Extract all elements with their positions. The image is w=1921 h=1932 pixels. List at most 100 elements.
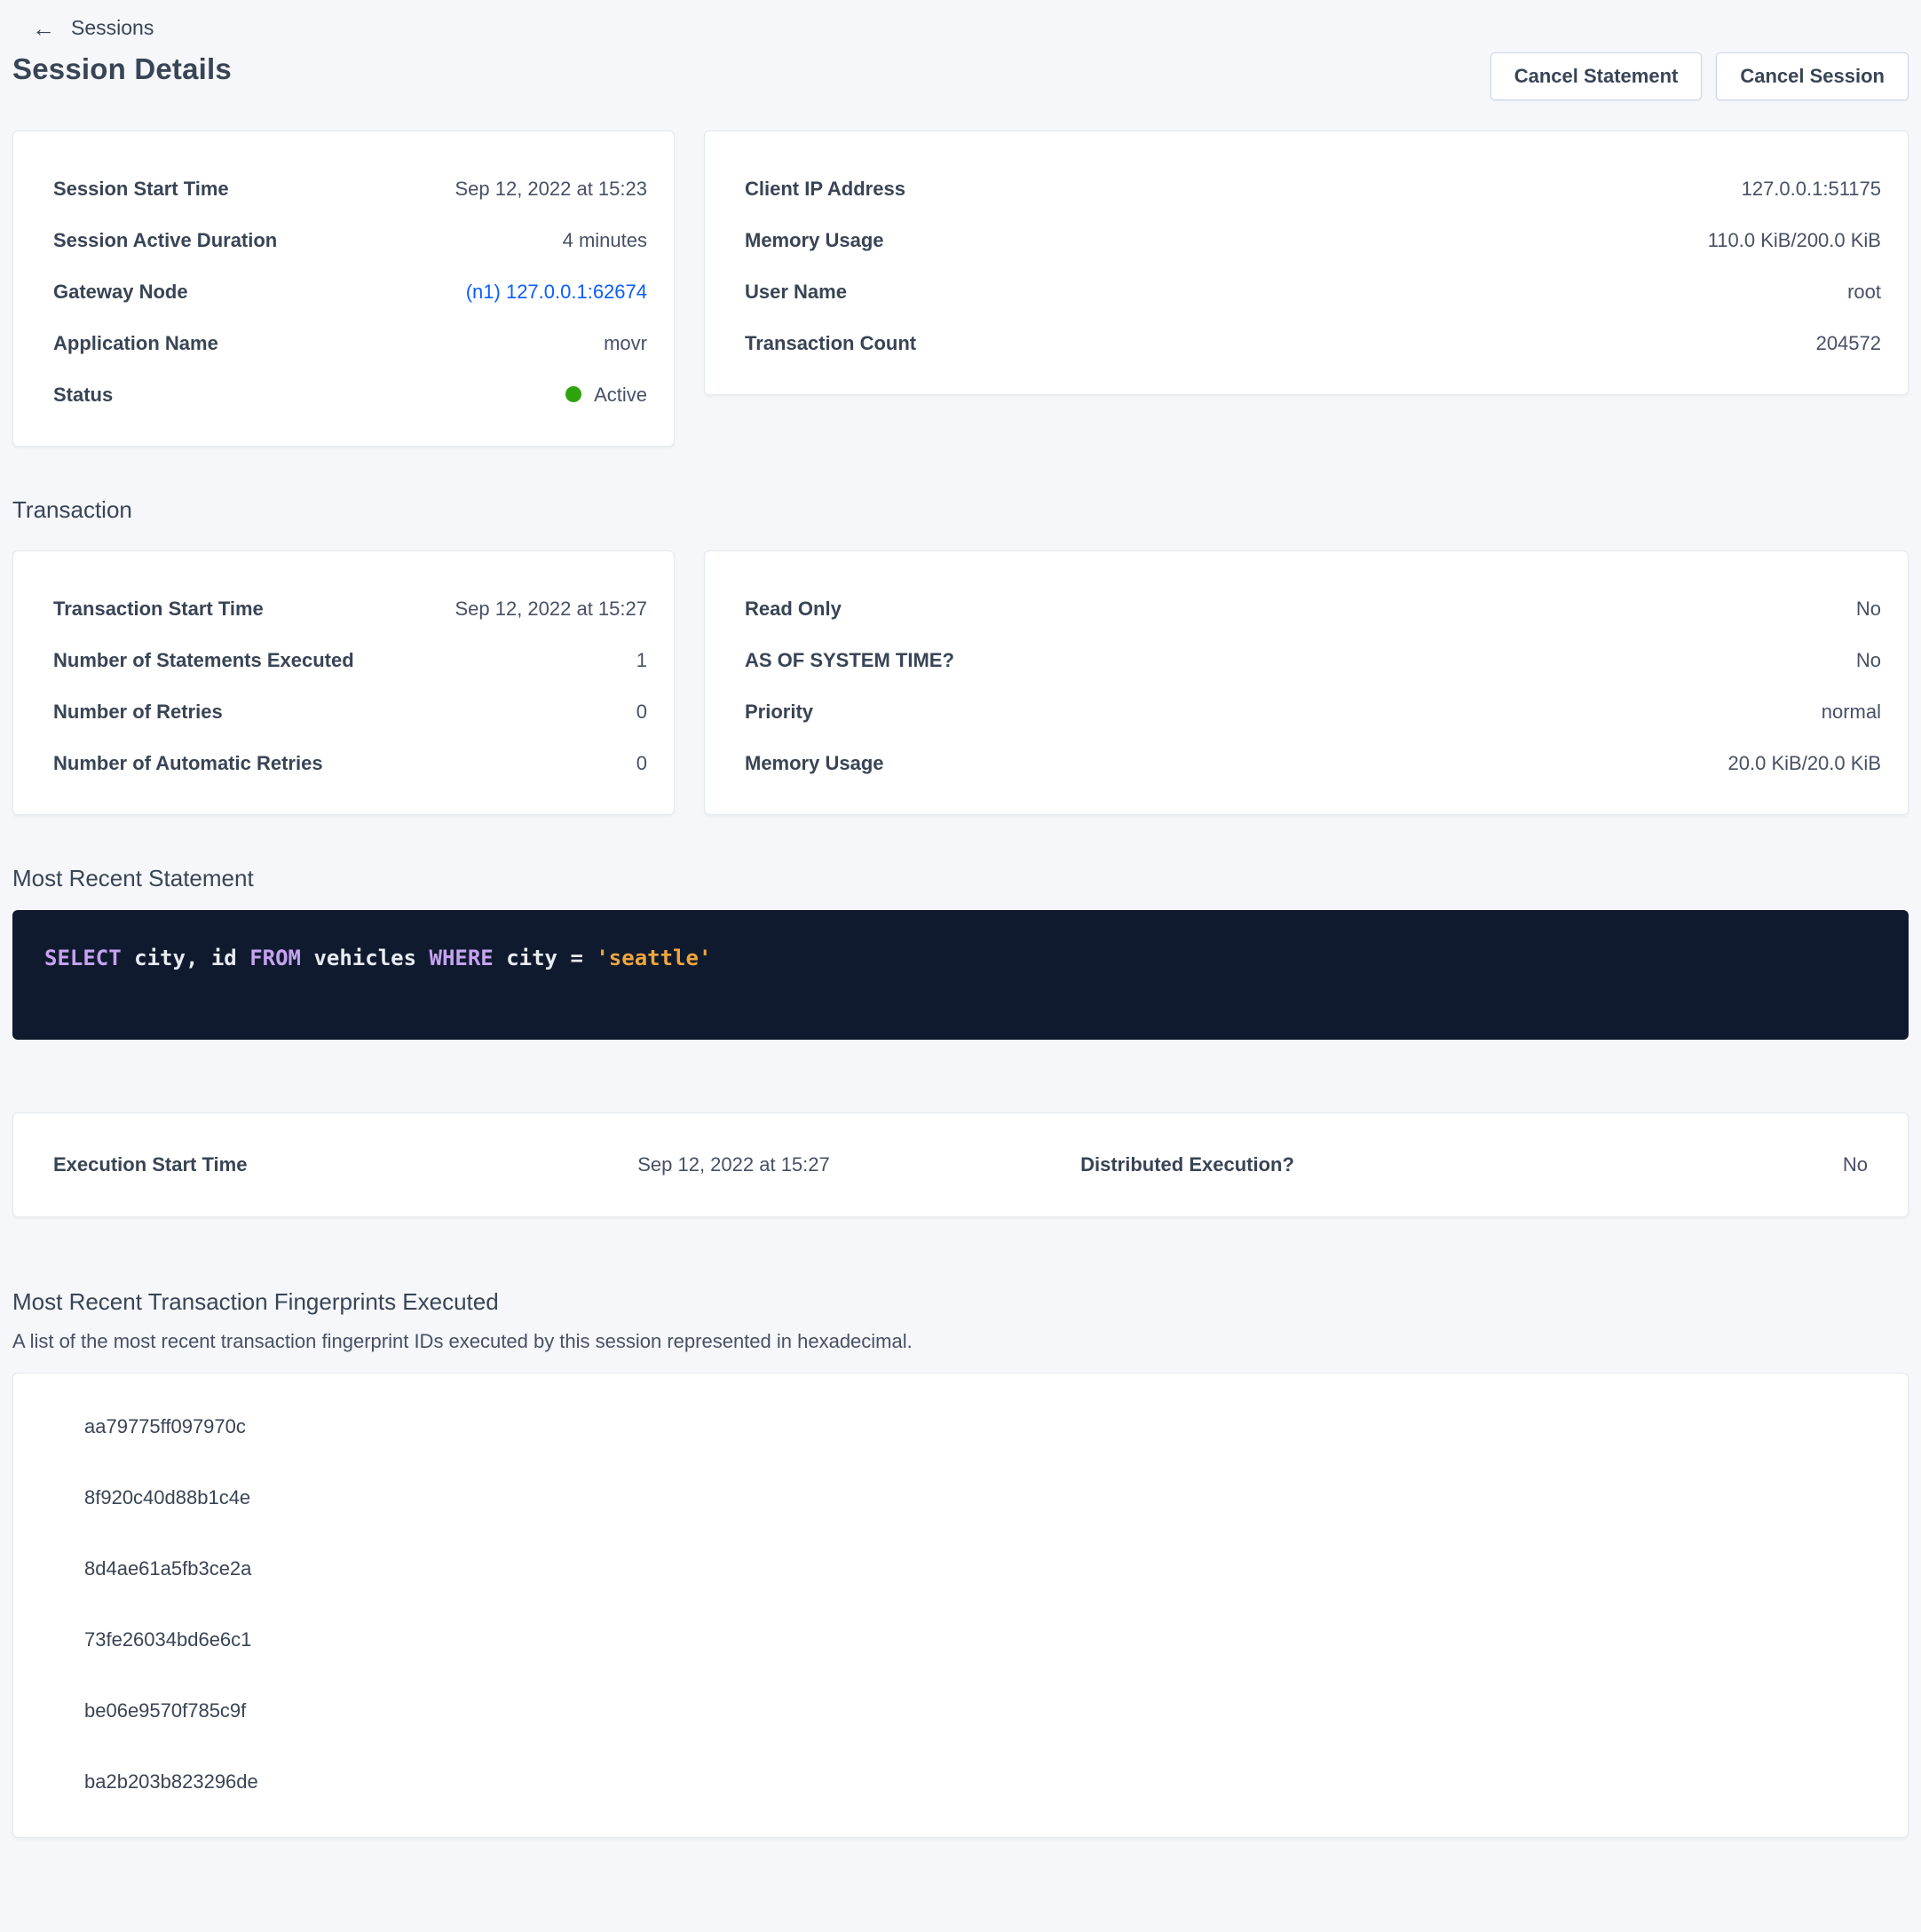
detail-value: 110.0 KiB/200.0 KiB [1708,229,1881,252]
detail-row: Application Name movr [53,318,647,369]
detail-value: No [1856,649,1881,672]
fingerprints-card: aa79775ff097970c8f920c40d88b1c4e8d4ae61a… [12,1373,1909,1838]
execution-start-time-value: Sep 12, 2022 at 15:27 [507,1153,960,1176]
detail-row: Memory Usage 20.0 KiB/20.0 KiB [745,738,1881,789]
detail-value: 0 [636,752,647,775]
fingerprint-item: 8f920c40d88b1c4e [84,1462,1868,1533]
detail-value-text: 0 [636,701,647,723]
detail-label: Transaction Start Time [53,598,264,621]
detail-label: Gateway Node [53,281,188,304]
detail-row: User Name root [745,266,1881,318]
detail-label: Number of Retries [53,701,223,724]
transaction-card-right: Read Only No AS OF SYSTEM TIME? No Prior… [704,550,1909,815]
cancel-statement-button[interactable]: Cancel Statement [1490,52,1703,100]
distributed-execution-value: No [1414,1153,1868,1176]
sql-token: city = [494,946,597,970]
detail-value-text: 0 [636,752,647,774]
fingerprint-item: 8d4ae61a5fb3ce2a [84,1533,1868,1604]
cancel-session-button[interactable]: Cancel Session [1716,52,1909,100]
detail-label: User Name [745,281,847,304]
fingerprints-subtitle: A list of the most recent transaction fi… [12,1330,1909,1353]
detail-label: Priority [745,701,813,724]
breadcrumb-sessions-link[interactable]: Sessions [71,16,154,40]
detail-value-text: Sep 12, 2022 at 15:23 [455,178,647,200]
detail-value-text: 4 minutes [563,229,647,251]
transaction-card-left: Transaction Start Time Sep 12, 2022 at 1… [12,550,675,815]
detail-row: Transaction Start Time Sep 12, 2022 at 1… [53,583,647,635]
detail-row: Number of Statements Executed 1 [53,635,647,686]
detail-value: 1 [636,649,647,672]
execution-start-time-label: Execution Start Time [53,1153,507,1176]
fingerprint-item: ba2b203b823296de [84,1746,1868,1817]
detail-row: Session Active Duration 4 minutes [53,215,647,266]
detail-value: 127.0.0.1:51175 [1742,178,1881,201]
sql-token: WHERE [430,946,494,970]
detail-value-text[interactable]: (n1) 127.0.0.1:62674 [466,281,647,303]
sql-token: 'seattle' [596,946,711,970]
detail-row: Transaction Count 204572 [745,318,1881,369]
detail-value-text: 110.0 KiB/200.0 KiB [1708,229,1881,251]
detail-value: 20.0 KiB/20.0 KiB [1728,752,1881,775]
detail-row: Memory Usage 110.0 KiB/200.0 KiB [745,215,1881,266]
fingerprints-section-title: Most Recent Transaction Fingerprints Exe… [12,1288,1909,1316]
detail-row: AS OF SYSTEM TIME? No [745,635,1881,686]
session-summary-row: Session Start Time Sep 12, 2022 at 15:23… [12,131,1909,447]
detail-label: Memory Usage [745,752,884,775]
detail-label: Session Active Duration [53,229,277,252]
detail-row: Client IP Address 127.0.0.1:51175 [745,163,1881,215]
detail-value-text: 20.0 KiB/20.0 KiB [1728,752,1881,774]
detail-label: Session Start Time [53,178,229,201]
header-actions: Cancel Statement Cancel Session [1490,52,1909,100]
detail-value: Sep 12, 2022 at 15:27 [455,598,647,621]
detail-value-text: 204572 [1816,332,1881,354]
detail-value-text: root [1847,281,1881,303]
detail-row: Number of Automatic Retries 0 [53,738,647,789]
detail-label: Number of Automatic Retries [53,752,323,775]
fingerprint-item: 73fe26034bd6e6c1 [84,1604,1868,1675]
detail-label: Number of Statements Executed [53,649,354,672]
detail-label: Application Name [53,332,218,355]
detail-value: root [1847,281,1881,304]
page-title: Session Details [12,52,232,86]
detail-value-text: normal [1822,701,1881,723]
detail-row: Status Active [53,369,647,421]
detail-value: normal [1822,701,1881,724]
sql-token: city, id [122,946,250,970]
detail-row: Gateway Node (n1) 127.0.0.1:62674 [53,266,647,318]
breadcrumb[interactable]: ← Sessions [12,0,154,40]
detail-row: Session Start Time Sep 12, 2022 at 15:23 [53,163,647,215]
session-summary-card-right: Client IP Address 127.0.0.1:51175 Memory… [704,131,1909,395]
status-active-dot [565,386,581,402]
detail-label: AS OF SYSTEM TIME? [745,649,954,672]
detail-row: Number of Retries 0 [53,686,647,738]
detail-value: 0 [636,701,647,724]
detail-label: Memory Usage [745,229,884,252]
sql-token: vehicles [301,946,430,970]
header-row: Session Details Cancel Statement Cancel … [12,52,1909,100]
back-arrow-icon[interactable]: ← [32,17,55,40]
session-details-page: ← Sessions Session Details Cancel Statem… [0,0,1921,1838]
detail-value: 4 minutes [563,229,647,252]
gateway-node-link[interactable]: (n1) 127.0.0.1:62674 [466,281,647,304]
statement-section-title: Most Recent Statement [12,865,1909,892]
transaction-summary-row: Transaction Start Time Sep 12, 2022 at 1… [12,550,1909,815]
session-summary-card-left: Session Start Time Sep 12, 2022 at 15:23… [12,131,675,447]
detail-value-text: movr [604,332,647,354]
execution-summary-card: Execution Start Time Sep 12, 2022 at 15:… [12,1112,1909,1217]
detail-value-text: No [1856,598,1881,620]
detail-value-text: Active [594,384,647,406]
fingerprint-item: aa79775ff097970c [84,1391,1868,1462]
detail-label: Read Only [745,598,842,621]
detail-label: Client IP Address [745,178,905,201]
detail-label: Status [53,384,113,407]
detail-value: movr [604,332,647,355]
sql-token: SELECT [44,946,122,970]
detail-value: Sep 12, 2022 at 15:23 [455,178,647,201]
detail-value-text: Sep 12, 2022 at 15:27 [455,598,647,620]
transaction-section-title: Transaction [12,496,1909,524]
detail-value: 204572 [1816,332,1881,355]
detail-value-text: 127.0.0.1:51175 [1742,178,1881,200]
detail-value-text: 1 [636,649,647,671]
distributed-execution-label: Distributed Execution? [960,1153,1414,1176]
sql-statement-box: SELECT city, id FROM vehicles WHERE city… [12,910,1909,1040]
